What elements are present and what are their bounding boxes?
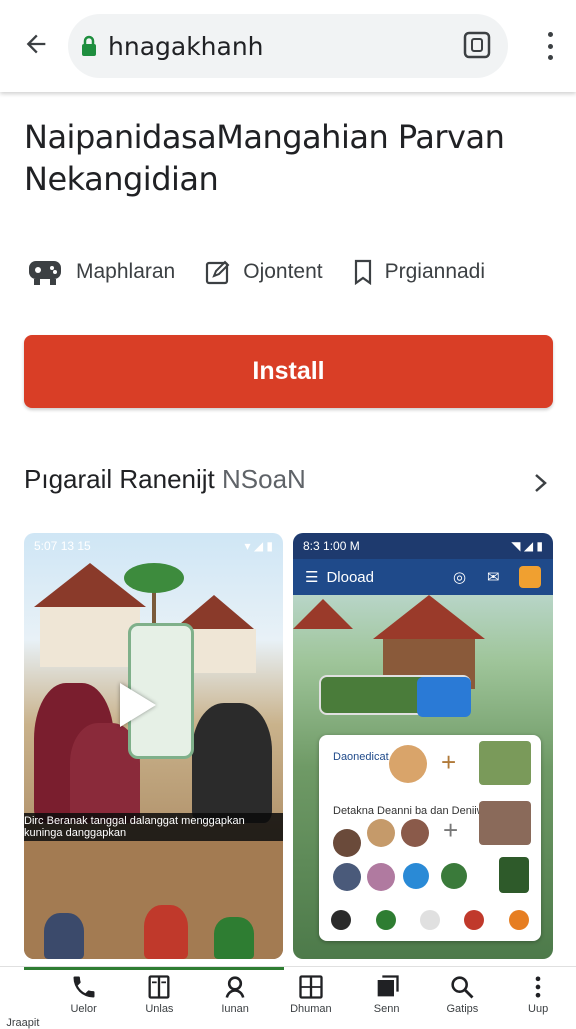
add-icon: + (441, 747, 457, 777)
app-bar: ☰ Dlooad ◎ ✉ (293, 559, 553, 595)
app-meta-row: Maphlaran Ojontent Prgiannadi (26, 252, 515, 292)
nav-label: Senn (373, 1003, 400, 1015)
avatar (367, 819, 395, 847)
section-subtitle: NSoaN (222, 464, 306, 494)
video-caption: Dirc Beranak tanggal dalanggat menggapka… (24, 813, 283, 841)
status-time: 5:07 13 15 (34, 539, 91, 553)
controller-icon (29, 261, 61, 285)
avatar (333, 863, 361, 891)
person (214, 917, 254, 959)
avatar (367, 863, 395, 891)
nav-item-0[interactable]: Jraapit (3, 973, 43, 1029)
person (44, 913, 84, 959)
card-actions (319, 907, 541, 933)
nav-item-1[interactable]: Uelor (49, 973, 119, 1015)
nav-label: Dhuman (290, 1003, 332, 1015)
tabs-icon (463, 31, 491, 59)
nav-label: Gatips (446, 1003, 479, 1015)
back-button[interactable] (18, 26, 54, 62)
window-icon (299, 975, 323, 999)
status-icons: ▾ ◢ ▮ (244, 539, 273, 553)
app-icon[interactable] (519, 566, 541, 588)
screenshot-1[interactable]: 5:07 13 15 ▾ ◢ ▮ Dirc Beranak tanggal da… (24, 533, 283, 959)
nav-label: Jraapit (6, 1017, 40, 1029)
thumbnail (479, 801, 531, 845)
status-bar: 8:3 1:00 M ◥ ◢ ▮ (293, 533, 553, 559)
nav-items: Jraapit Uelor Unlas Iunan Dhuman Senn Ga… (0, 973, 576, 1029)
status-icons: ◥ ◢ ▮ (511, 539, 543, 553)
meta-label-content: Ojontent (243, 260, 323, 283)
card-row-text: Detakna Deanni ba dan Deniiwa (333, 805, 491, 817)
nav-label: Iunan (221, 1003, 249, 1015)
nav-label: Uelor (70, 1003, 97, 1015)
thumbnail (479, 741, 531, 785)
leaf-badge (441, 863, 467, 889)
grey-dot-icon[interactable] (419, 910, 440, 930)
nav-label: Uup (528, 1003, 549, 1015)
bottom-navigation: Jraapit Uelor Unlas Iunan Dhuman Senn Ga… (0, 966, 576, 1029)
person (144, 905, 188, 959)
menu-dot (547, 55, 553, 60)
thumbnail (499, 857, 529, 893)
edit-icon (206, 260, 230, 285)
meta-label-wishlist: Prgiannadi (384, 260, 486, 283)
search-icon (451, 976, 474, 999)
menu-icon[interactable]: ☰ (305, 568, 318, 586)
lock-icon (82, 35, 96, 56)
address-bar[interactable]: hnagakhanh (68, 14, 508, 78)
phone-icon (73, 976, 95, 998)
nav-item-6[interactable]: Gatips (427, 973, 497, 1015)
nav-item-7[interactable]: Uup (503, 973, 573, 1015)
house-roof (293, 599, 353, 629)
green-dot-icon[interactable] (375, 910, 396, 930)
section-header[interactable]: Pıgarail Ranenijt NSoaN (24, 464, 306, 495)
meta-item-wishlist[interactable]: Prgiannadi (353, 259, 485, 285)
app-title: NaipanidasaMangahian Parvan Nekangidian (24, 118, 505, 198)
meta-item-content[interactable]: Ojontent (205, 258, 323, 286)
house-roof (373, 595, 485, 639)
nav-item-3[interactable]: Iunan (200, 973, 270, 1015)
add-icon: + (443, 815, 459, 845)
library-icon (377, 975, 399, 997)
meta-item-category[interactable]: Maphlaran (26, 255, 175, 289)
phone-badge (403, 863, 429, 889)
nav-item-2[interactable]: Unlas (124, 973, 194, 1015)
url-text: hnagakhanh (108, 31, 264, 61)
card-title: Daonedicat (333, 751, 389, 763)
menu-dot (547, 32, 553, 37)
person (192, 703, 272, 823)
status-time: 8:3 1:00 M (303, 539, 360, 553)
more-vert-icon (535, 976, 541, 998)
app-bar-title: Dlooad (326, 568, 374, 586)
tab-switcher-button[interactable] (462, 30, 492, 60)
screenshot-2[interactable]: 8:3 1:00 M ◥ ◢ ▮ ☰ Dlooad ◎ ✉ Daonedicat… (293, 533, 553, 959)
red-dot-icon[interactable] (464, 910, 485, 930)
meta-label-category: Maphlaran (76, 260, 176, 283)
nav-item-4[interactable]: Dhuman (276, 973, 346, 1015)
browser-toolbar: hnagakhanh (0, 0, 576, 92)
overflow-menu-button[interactable] (538, 28, 562, 64)
person-icon (225, 976, 245, 998)
avatar (401, 819, 429, 847)
search-icon[interactable]: ◎ (453, 568, 466, 586)
dark-dot-icon[interactable] (331, 910, 352, 930)
app-banner-action (417, 677, 471, 717)
content-card: Daonedicat + Detakna Deanni ba dan Denii… (319, 735, 541, 941)
menu-dot (547, 43, 553, 49)
nav-indicator (24, 967, 284, 970)
install-button[interactable]: Install (24, 335, 553, 408)
section-title: Pıgarail Ranenijt (24, 464, 215, 494)
avatar (333, 829, 361, 857)
orange-dot-icon[interactable] (508, 910, 529, 930)
nav-item-5[interactable]: Senn (352, 973, 422, 1015)
arrow-back-icon (26, 34, 46, 54)
chevron-right-icon[interactable] (530, 470, 552, 496)
book-icon (148, 975, 170, 999)
bookmark-icon (354, 259, 371, 285)
avatar (389, 745, 427, 783)
chat-icon[interactable]: ✉ (487, 568, 500, 586)
play-icon[interactable] (120, 683, 156, 727)
nav-label: Unlas (145, 1003, 174, 1015)
